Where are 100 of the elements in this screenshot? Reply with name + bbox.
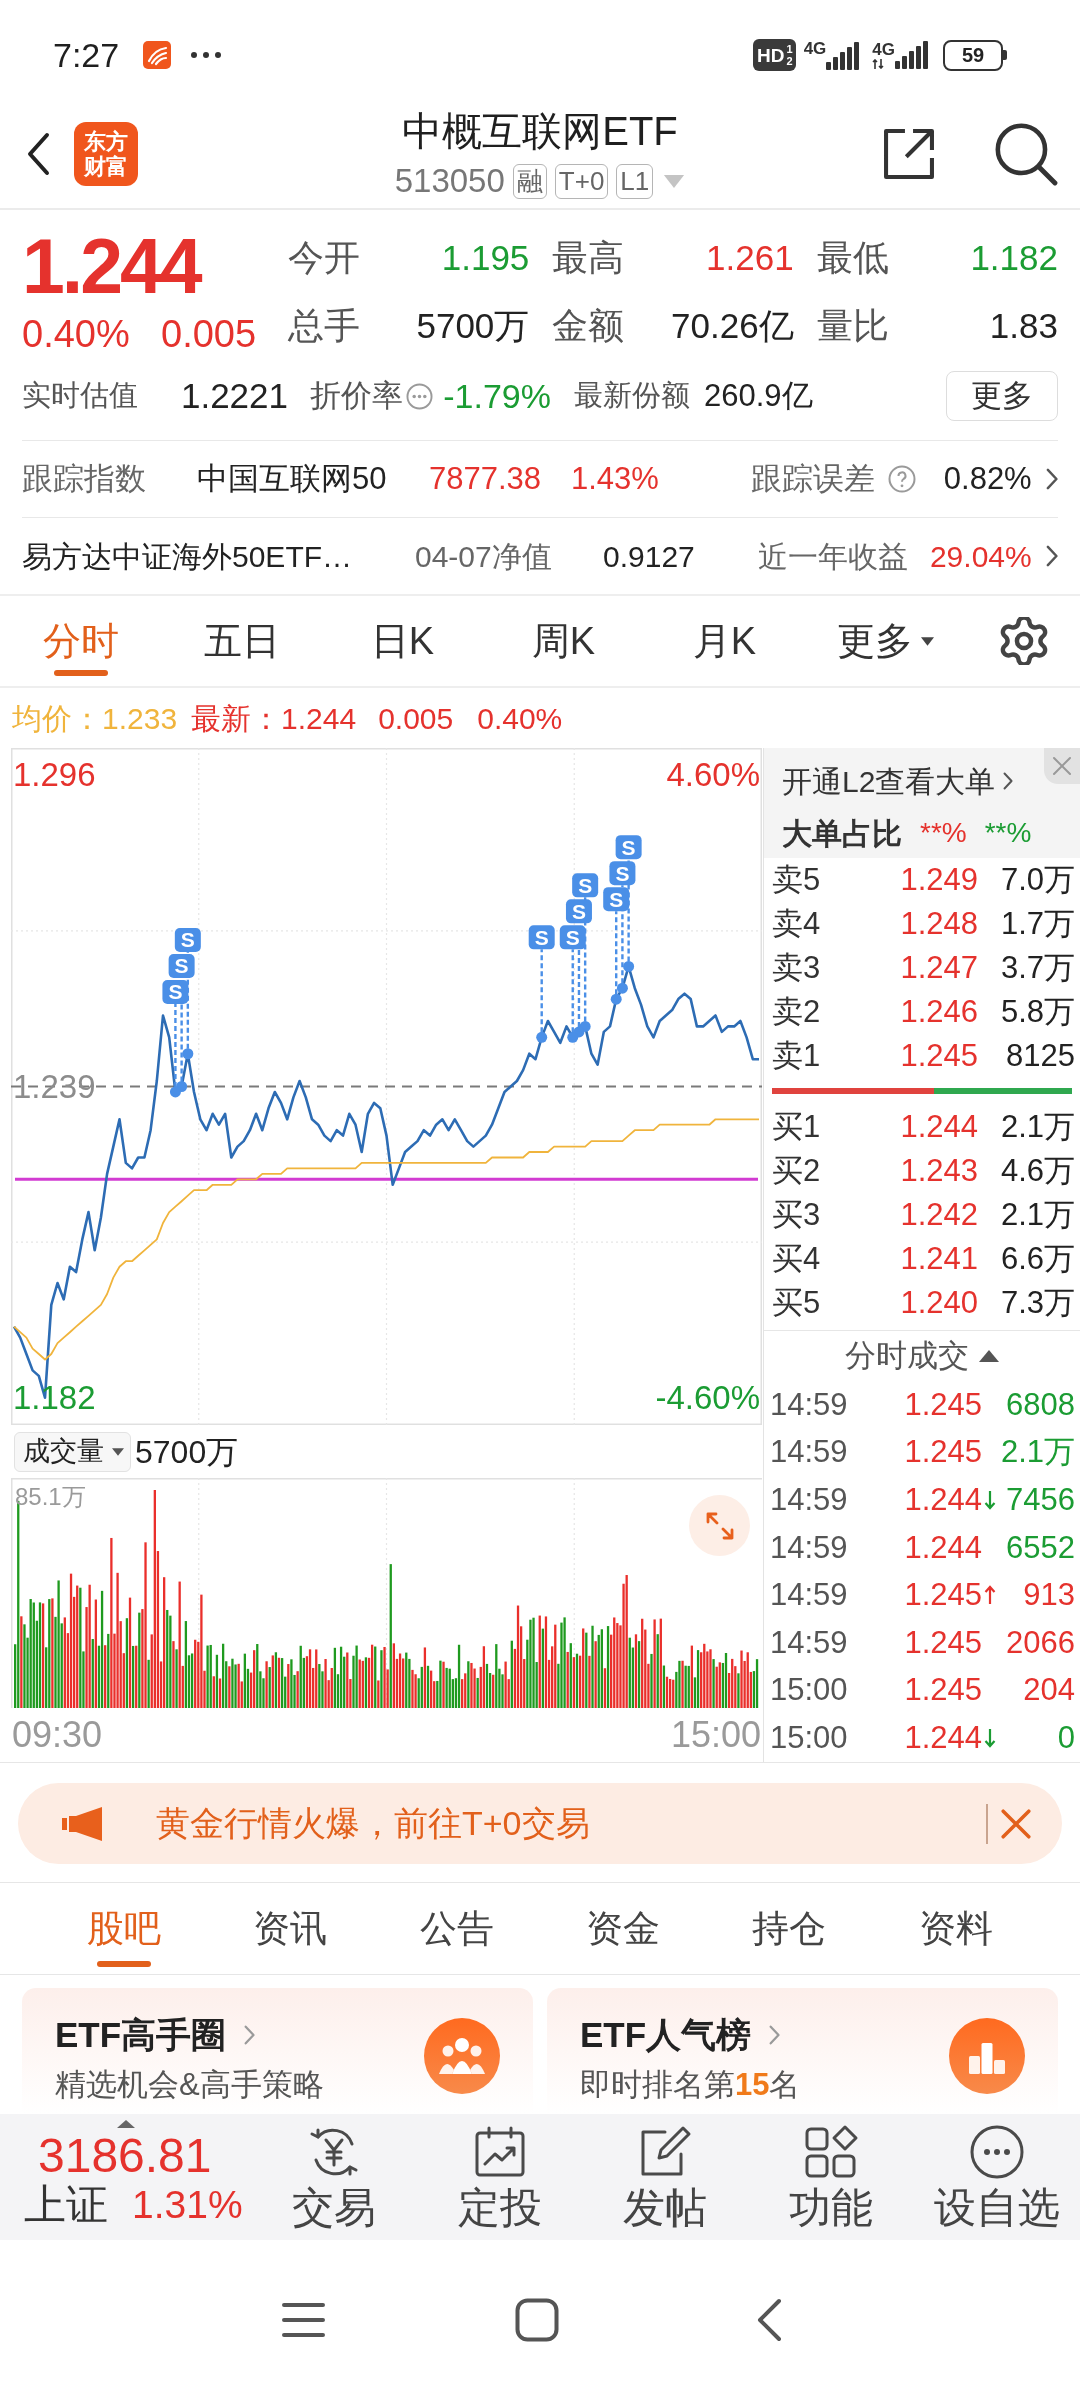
order-volume: 1.7万 [999,904,1075,943]
l2-upgrade-link[interactable]: 开通L2查看大单 [782,758,1014,804]
latest-change: 0.005 [378,700,454,737]
stat-value: 70.26亿 [671,304,794,347]
share-icon [882,127,936,181]
ellipsis-circle-icon[interactable] [406,382,433,410]
index-name: 上证 [24,2182,108,2228]
order-price: 1.240 [899,1283,978,1322]
trade-time: 14:59 [770,1385,849,1424]
home-icon[interactable] [515,2298,559,2342]
percent-axis-label: 4.60% [666,755,760,796]
average-price-label: 均价： [12,700,102,737]
trade-volume: 2.1万 [999,1433,1075,1472]
settings-icon [1000,617,1048,665]
content-tab[interactable]: 资讯 [207,1883,374,1974]
back-icon [26,132,50,176]
caret-up-icon[interactable] [117,2120,135,2128]
close-button[interactable] [1000,1807,1032,1840]
order-price: 1.247 [899,948,978,987]
more-button[interactable]: 更多 [946,371,1058,421]
tracking-error-label: 跟踪误差 [750,459,875,498]
people-icon [424,2018,500,2094]
search-icon [994,122,1058,186]
trade-price: 1.245 [903,1576,982,1615]
trade-price: 1.245 [903,1385,982,1424]
estimate-value: 1.2221 [180,374,288,417]
time-axis-label: 15:00 [670,1713,761,1757]
chart-tab[interactable]: 日K [322,596,483,686]
order-price: 1.241 [899,1239,978,1278]
order-level-label: 卖2 [772,992,822,1031]
price-change: 0.005 [161,311,257,357]
volume-scale-label: 85.1万 [15,1482,86,1512]
y-axis-label: 1.296 [13,755,96,796]
content-tab[interactable]: 资金 [540,1883,707,1974]
toolbar-action[interactable]: 设自选 [914,2114,1080,2240]
big-order-ratio-value: **% [984,816,1032,850]
nav-value: 0.9127 [603,538,695,575]
trade-time: 15:00 [770,1718,849,1757]
arrow-up-icon [984,1585,996,1606]
fund-company-name: 易方达中证海外50ETF… [22,538,354,575]
tracking-error-value: 0.82% [943,459,1032,498]
stat-label: 金额 [552,304,625,348]
content-tab[interactable]: 公告 [373,1883,540,1974]
latest-price-value: 1.244 [281,700,357,737]
stat-label: 最高 [552,236,625,280]
toolbar-action[interactable]: 功能 [748,2114,915,2240]
order-price: 1.246 [899,992,978,1031]
percent-axis-label: -4.60% [655,1377,760,1418]
sim-slot-number: 2 [786,55,793,67]
content-tab[interactable]: 资料 [872,1883,1039,1974]
content-tab[interactable]: 股吧 [41,1883,208,1974]
annotation: S [180,928,195,952]
indicator-dropdown[interactable]: 成交量 [14,1431,131,1472]
trade-price: 1.245 [903,1623,982,1662]
stat-value: 5700万 [416,304,530,347]
order-price: 1.244 [899,1107,978,1146]
close-button[interactable] [1044,748,1080,784]
annotation: S [578,873,593,897]
chevron-right-icon [244,2025,256,2045]
chart-tab[interactable]: 月K [644,596,805,686]
stat-value: 1.195 [441,236,530,279]
trade-volume: 204 [1022,1671,1075,1710]
chart-tab[interactable]: 五日 [161,596,322,686]
fund-code: 513050 [394,161,505,202]
content-tab[interactable]: 持仓 [706,1883,873,1974]
order-level-label: 买2 [772,1151,822,1190]
share-button[interactable] [882,127,936,181]
order-volume: 2.1万 [999,1195,1075,1234]
shares-value: 260.9亿 [704,376,813,415]
trade-price: 1.245 [903,1671,982,1710]
search-button[interactable] [994,122,1058,186]
close-icon [1052,756,1072,776]
caret-down-icon [112,1447,124,1456]
expand-icon [704,1510,735,1541]
app-notification-icon [143,41,172,69]
trade-volume: 0 [1056,1718,1075,1757]
order-price: 1.245 [899,1036,978,1075]
trade-price: 1.245 [903,1433,982,1472]
trades-toggle[interactable]: 分时成交 [845,1332,999,1380]
market-tag: T+0 [554,163,609,199]
toolbar-action[interactable]: 交易 [251,2114,417,2240]
chart-tab[interactable]: 更多 [805,596,966,686]
hd-label: HD [757,45,785,65]
menu-icon[interactable] [282,2302,325,2338]
time-axis-label: 09:30 [12,1713,103,1757]
help-icon[interactable] [887,465,916,493]
back-icon[interactable] [756,2298,782,2342]
network-type: 4G [803,40,827,58]
app-logo: 东方 财富 [74,122,138,186]
chart-tab[interactable]: 分时 [0,596,161,686]
toolbar-action[interactable]: 定投 [416,2114,583,2240]
trade-volume: 6552 [1005,1528,1075,1567]
chart-tab[interactable]: 周K [483,596,644,686]
discount-label: 折价率 [310,376,403,415]
chevron-right-icon [1003,772,1014,790]
order-level-label: 买4 [772,1239,822,1278]
toolbar-action[interactable]: 发帖 [582,2114,749,2240]
latest-change-percent: 0.40% [477,700,563,737]
megaphone-icon [62,1805,104,1842]
stat-value: 1.83 [989,304,1058,347]
